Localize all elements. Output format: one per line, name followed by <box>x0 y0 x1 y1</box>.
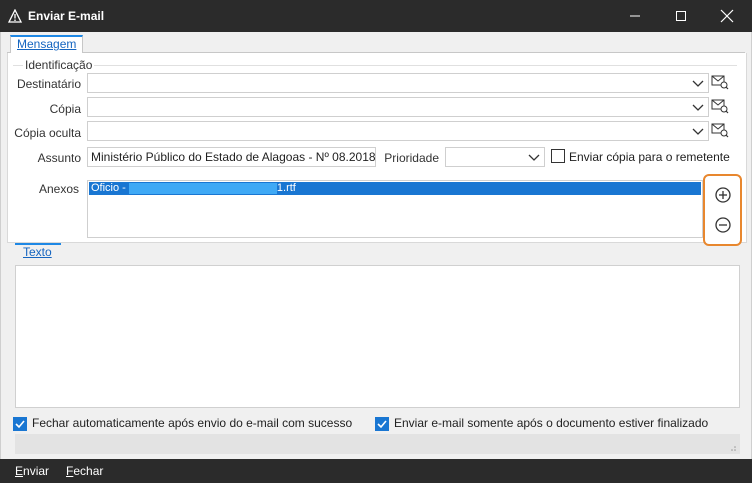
fechar-auto-label: Fechar automaticamente após envio do e-m… <box>32 416 353 430</box>
checkmark-icon <box>15 420 25 429</box>
enviar-somente-checkbox[interactable] <box>375 417 389 431</box>
enviar-label: nviar <box>23 464 50 478</box>
enviar-copia-checkbox[interactable] <box>551 149 565 163</box>
anexos-label: Anexos <box>38 182 79 196</box>
fechar-label: echar <box>73 464 104 478</box>
enviar-mnemonic: E <box>15 464 24 478</box>
checkmark-icon <box>377 420 387 429</box>
enviar-copia-label: Enviar cópia para o remetente <box>569 150 730 164</box>
group-title-identificacao: Identificação <box>23 58 95 72</box>
attachment-controls <box>703 174 742 246</box>
copia-oculta-combo[interactable] <box>87 121 709 141</box>
chevron-down-icon <box>692 104 704 111</box>
attachment-name-prefix: Oficio - <box>91 182 129 194</box>
address-book-icon[interactable] <box>711 74 729 90</box>
group-divider <box>13 65 737 66</box>
message-text-area[interactable] <box>15 265 740 408</box>
background-strip <box>0 483 752 491</box>
remove-attachment-icon[interactable] <box>714 216 732 234</box>
enviar-somente-label: Enviar e-mail somente após o documento e… <box>394 416 709 430</box>
enviar-button[interactable]: Enviar <box>15 464 49 478</box>
copia-oculta-label: Cópia oculta <box>14 126 81 140</box>
attachment-name-suffix: 1.rtf <box>276 182 296 194</box>
add-attachment-icon[interactable] <box>714 186 732 204</box>
status-strip <box>15 434 740 454</box>
close-button[interactable] <box>704 0 750 32</box>
list-item[interactable]: Oficio - 1.rtf <box>89 182 701 195</box>
anexos-list[interactable]: Oficio - 1.rtf <box>87 180 703 238</box>
tab-mensagem[interactable]: Mensagem <box>10 35 84 53</box>
maximize-icon <box>676 11 686 21</box>
close-icon <box>720 9 734 23</box>
destinatario-combo[interactable] <box>87 73 709 93</box>
prioridade-select[interactable] <box>445 147 545 167</box>
copia-combo[interactable] <box>87 97 709 117</box>
prioridade-label: Prioridade <box>384 151 439 165</box>
tab-texto[interactable]: Texto <box>15 243 61 259</box>
destinatario-label: Destinatário <box>16 77 81 91</box>
minimize-icon <box>630 15 640 17</box>
minimize-button[interactable] <box>612 0 658 32</box>
window-title: Enviar E-mail <box>28 9 105 23</box>
dialog-body: Mensagem Identificação Destinatário Cópi… <box>0 32 752 459</box>
chevron-down-icon <box>692 128 704 135</box>
redacted-block <box>128 182 277 194</box>
action-bar: Enviar Fechar <box>0 459 752 483</box>
copia-label: Cópia <box>49 102 81 116</box>
title-bar: Enviar E-mail <box>0 0 752 32</box>
chevron-down-icon <box>528 154 540 161</box>
address-book-icon[interactable] <box>711 122 729 138</box>
resize-grip-icon[interactable] <box>728 443 736 451</box>
fechar-button[interactable]: Fechar <box>66 464 103 478</box>
warning-triangle-icon <box>8 9 22 23</box>
assunto-input[interactable]: Ministério Público do Estado de Alagoas … <box>87 147 376 167</box>
assunto-label: Assunto <box>37 151 81 165</box>
maximize-button[interactable] <box>658 0 704 32</box>
address-book-icon[interactable] <box>711 98 729 114</box>
chevron-down-icon <box>692 80 704 87</box>
fechar-auto-checkbox[interactable] <box>13 417 27 431</box>
